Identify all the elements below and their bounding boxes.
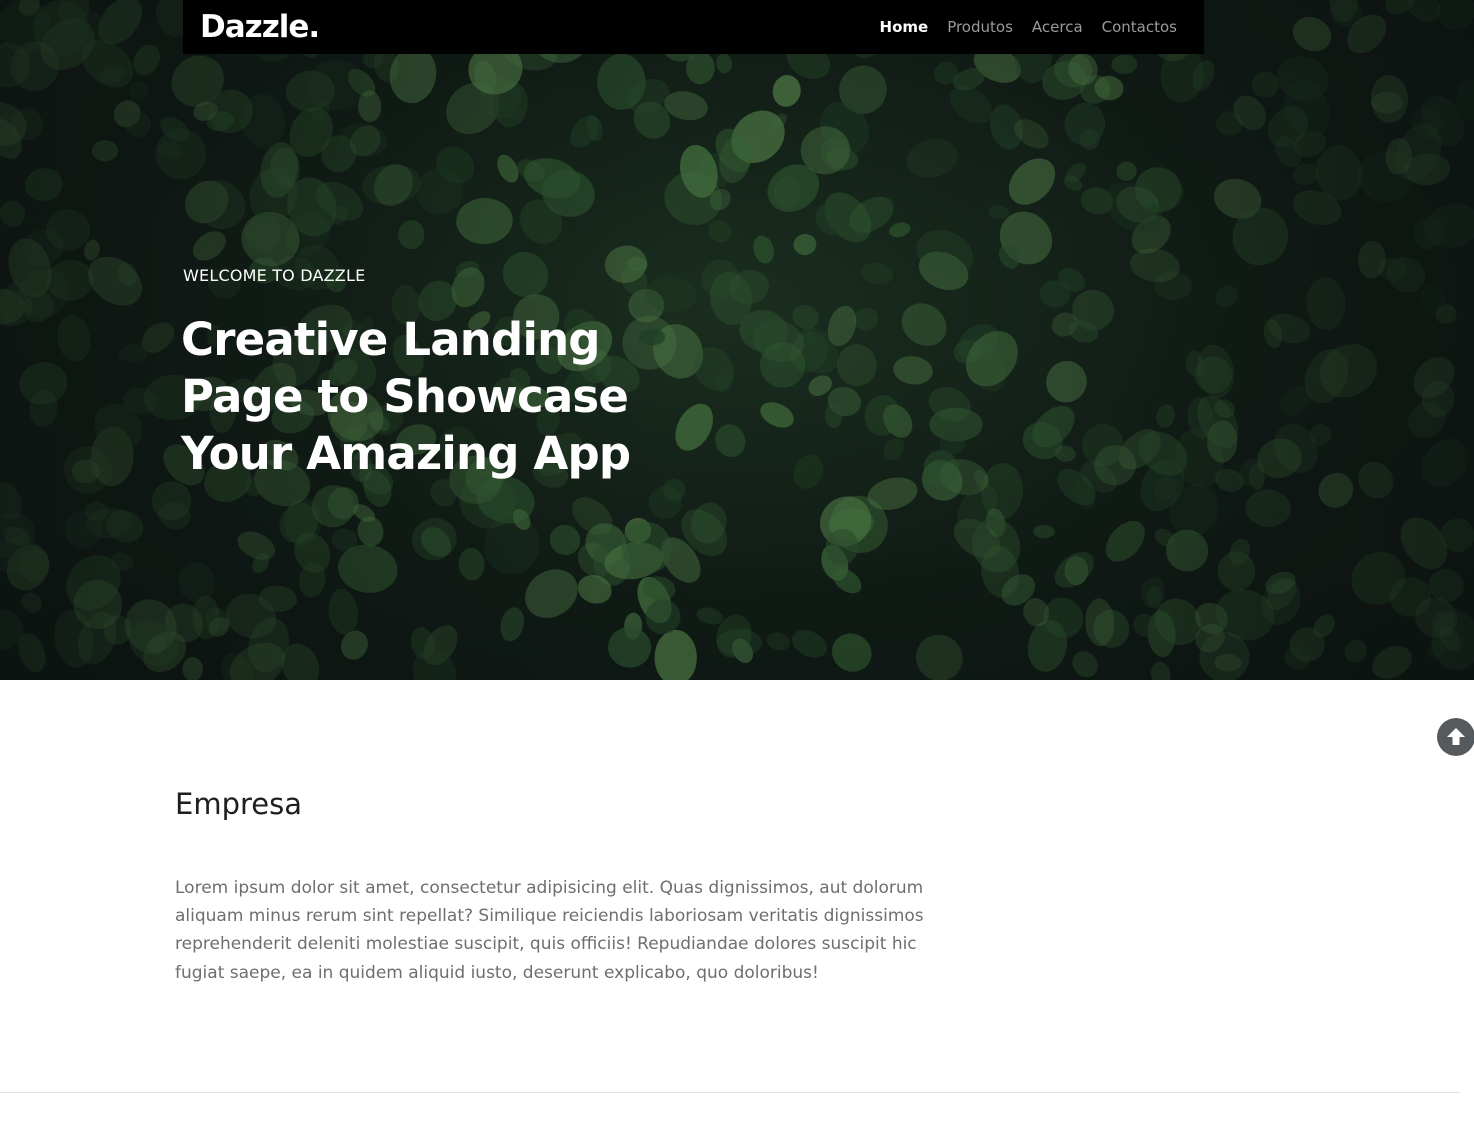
hero-headline-line: Page to Showcase	[181, 370, 629, 423]
hero-headline-line: Creative Landing	[181, 313, 601, 366]
arrow-up-icon	[1447, 728, 1465, 745]
section-paragraph: Lorem ipsum dolor sit amet, consectetur …	[175, 878, 924, 983]
hero-headline: Creative Landing Page to Showcase Your A…	[181, 311, 701, 482]
navbar: Dazzle. Home Produtos Acerca Contactos	[183, 0, 1204, 54]
nav-item-contactos[interactable]: Contactos	[1102, 18, 1177, 36]
main-nav: Home Produtos Acerca Contactos	[880, 18, 1177, 36]
nav-item-acerca[interactable]: Acerca	[1032, 18, 1083, 36]
hero-headline-line: Your Amazing App	[181, 427, 631, 480]
nav-item-produtos[interactable]: Produtos	[947, 18, 1013, 36]
brand-logo[interactable]: Dazzle.	[200, 9, 320, 45]
nav-item-home[interactable]: Home	[880, 18, 929, 36]
section-title: Empresa	[175, 787, 302, 821]
hero-section: Dazzle. Home Produtos Acerca Contactos W…	[0, 0, 1474, 680]
section-divider	[0, 1092, 1460, 1093]
hero-eyebrow: WELCOME TO DAZZLE	[183, 266, 366, 285]
scroll-to-top-button[interactable]	[1437, 718, 1474, 756]
